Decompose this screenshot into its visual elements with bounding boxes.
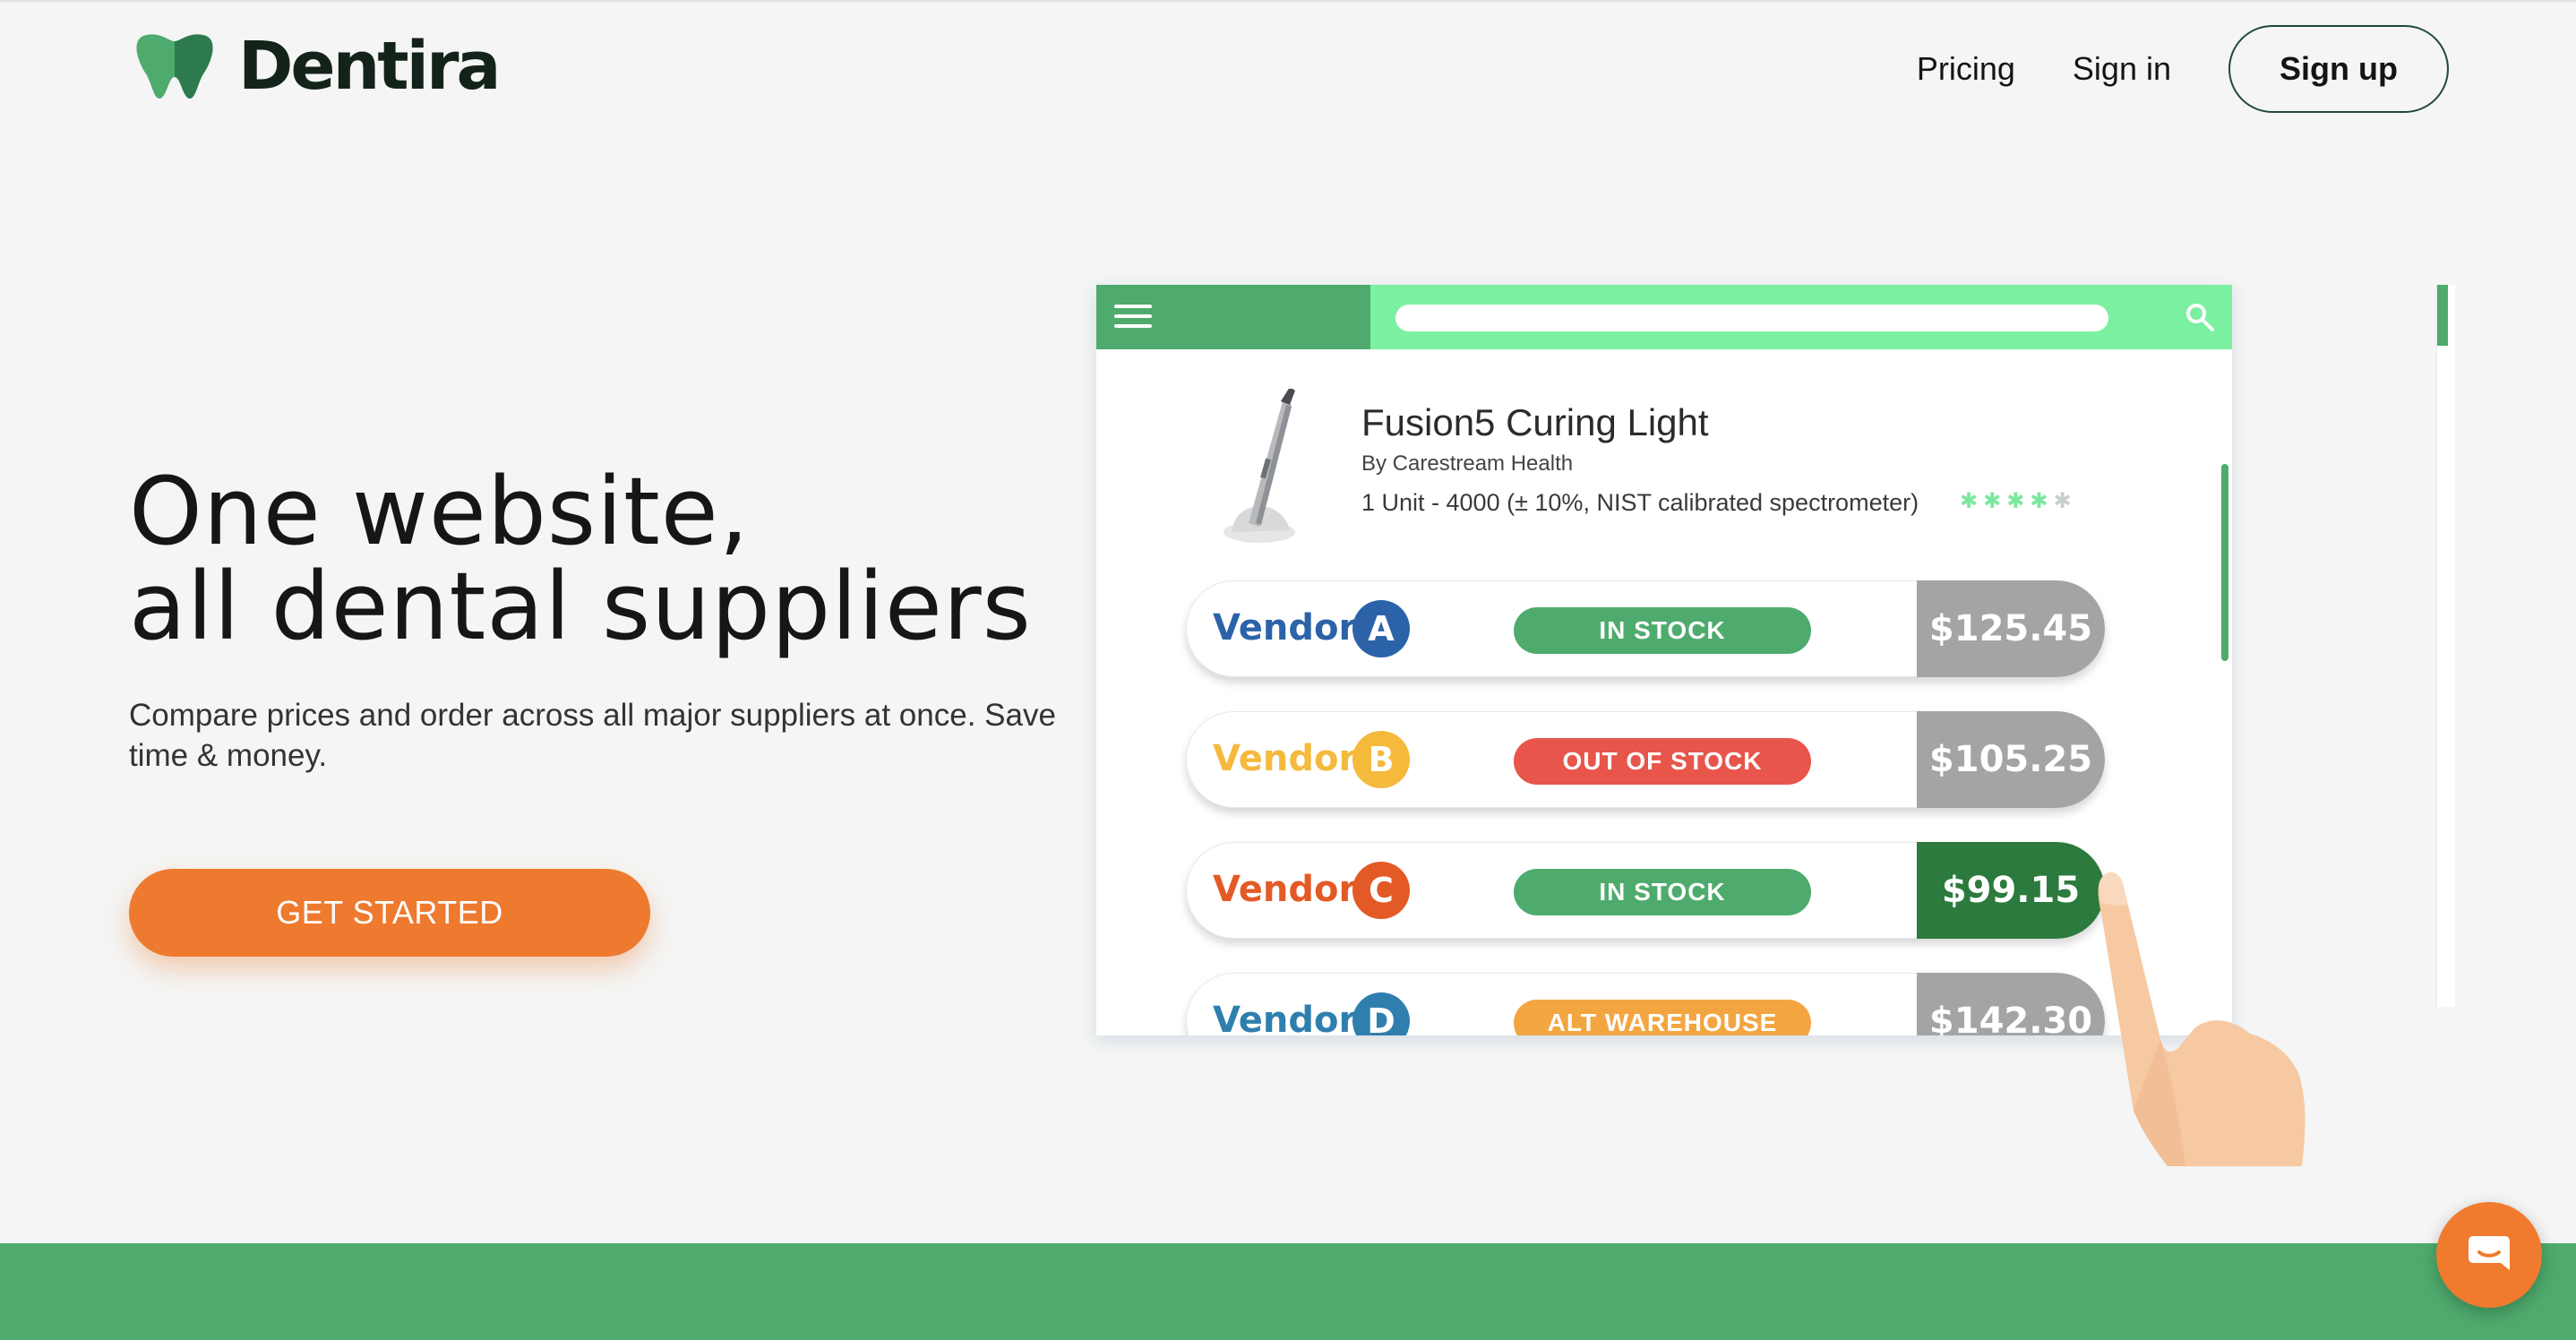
vendor-letter-badge: B (1352, 731, 1410, 788)
nav-signin-link[interactable]: Sign in (2073, 50, 2171, 88)
vendor-letter-badge: A (1352, 600, 1410, 657)
vendor-price[interactable]: $105.25 (1917, 711, 2105, 808)
product-card: Fusion5 Curing Light By Carestream Healt… (1096, 349, 2232, 543)
stock-status-badge: OUT OF STOCK (1514, 738, 1811, 785)
secondary-mockup-toolbar (2437, 285, 2448, 346)
top-nav: Pricing Sign in Sign up (1917, 23, 2449, 115)
mockup-search-area (1370, 285, 2232, 349)
vendor-row-c[interactable]: Vendor C IN STOCK $99.15 (1186, 842, 2105, 939)
hero-title-line-1: One website, (129, 457, 750, 566)
hamburger-menu-icon[interactable] (1114, 305, 1152, 334)
vendor-name: Vendor (1213, 869, 1357, 910)
footer-band (0, 1243, 2576, 1340)
chat-button[interactable] (2436, 1202, 2542, 1308)
star-icon: ✱ (2053, 489, 2072, 513)
product-brand: By Carestream Health (1361, 451, 1574, 476)
vendor-letter-badge: C (1352, 862, 1410, 919)
search-icon[interactable] (2184, 301, 2216, 333)
star-icon: ✱ (1983, 489, 2002, 513)
mockup-search-input[interactable] (1395, 305, 2108, 331)
star-icon: ✱ (1960, 489, 1979, 513)
nav-pricing-link[interactable]: Pricing (1917, 50, 2015, 88)
mockup-toolbar (1096, 285, 2232, 349)
star-icon: ✱ (2030, 489, 2048, 513)
vendor-name: Vendor (1213, 607, 1357, 649)
vendor-price[interactable]: $125.45 (1917, 580, 2105, 677)
brand-name: Dentira (238, 28, 501, 105)
hero-subtitle: Compare prices and order across all majo… (129, 698, 1056, 773)
product-name: Fusion5 Curing Light (1361, 401, 1709, 443)
hero-title-line-2: all dental suppliers (129, 552, 1032, 661)
chat-icon (2469, 1236, 2510, 1270)
logo[interactable]: Dentira (136, 28, 501, 105)
product-rating: ✱ ✱ ✱ ✱ ✱ (1960, 491, 2072, 512)
stock-status-badge: IN STOCK (1514, 869, 1811, 915)
vendor-letter-badge: D (1352, 992, 1410, 1035)
mockup-menu-area (1096, 285, 1370, 349)
get-started-button[interactable]: GET STARTED (129, 869, 650, 957)
vendor-name: Vendor (1213, 1000, 1357, 1035)
top-border (0, 0, 2576, 2)
vendor-row-a[interactable]: Vendor A IN STOCK $125.45 (1186, 580, 2105, 677)
hero-title: One website, all dental suppliers (129, 464, 1114, 654)
pointing-hand-illustration (2098, 872, 2306, 1166)
tooth-icon (136, 34, 213, 99)
curing-light-image (1224, 389, 1295, 543)
vendor-row-b[interactable]: Vendor B OUT OF STOCK $105.25 (1186, 711, 2105, 808)
vendor-name: Vendor (1213, 738, 1357, 779)
secondary-mockup-edge (2436, 285, 2455, 1007)
product-spec: 1 Unit - 4000 (± 10%, NIST calibrated sp… (1361, 489, 1919, 516)
stock-status-badge: ALT WAREHOUSE (1514, 1000, 1811, 1035)
stock-status-badge: IN STOCK (1514, 607, 1811, 654)
signup-button[interactable]: Sign up (2228, 25, 2449, 113)
vendor-row-d[interactable]: Vendor D ALT WAREHOUSE $142.30 (1186, 973, 2105, 1035)
star-icon: ✱ (2006, 489, 2025, 513)
